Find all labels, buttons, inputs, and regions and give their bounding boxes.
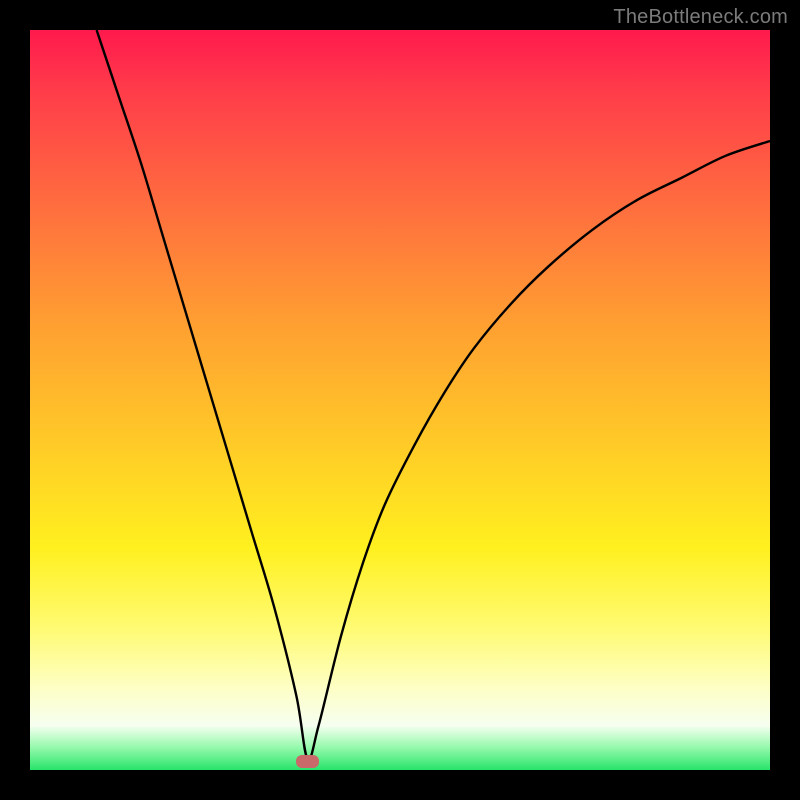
- min-marker: [296, 755, 318, 768]
- chart-frame: TheBottleneck.com: [0, 0, 800, 800]
- plot-area: [30, 30, 770, 770]
- curve-svg: [30, 30, 770, 770]
- watermark-text: TheBottleneck.com: [613, 6, 788, 29]
- bottleneck-curve: [97, 30, 770, 760]
